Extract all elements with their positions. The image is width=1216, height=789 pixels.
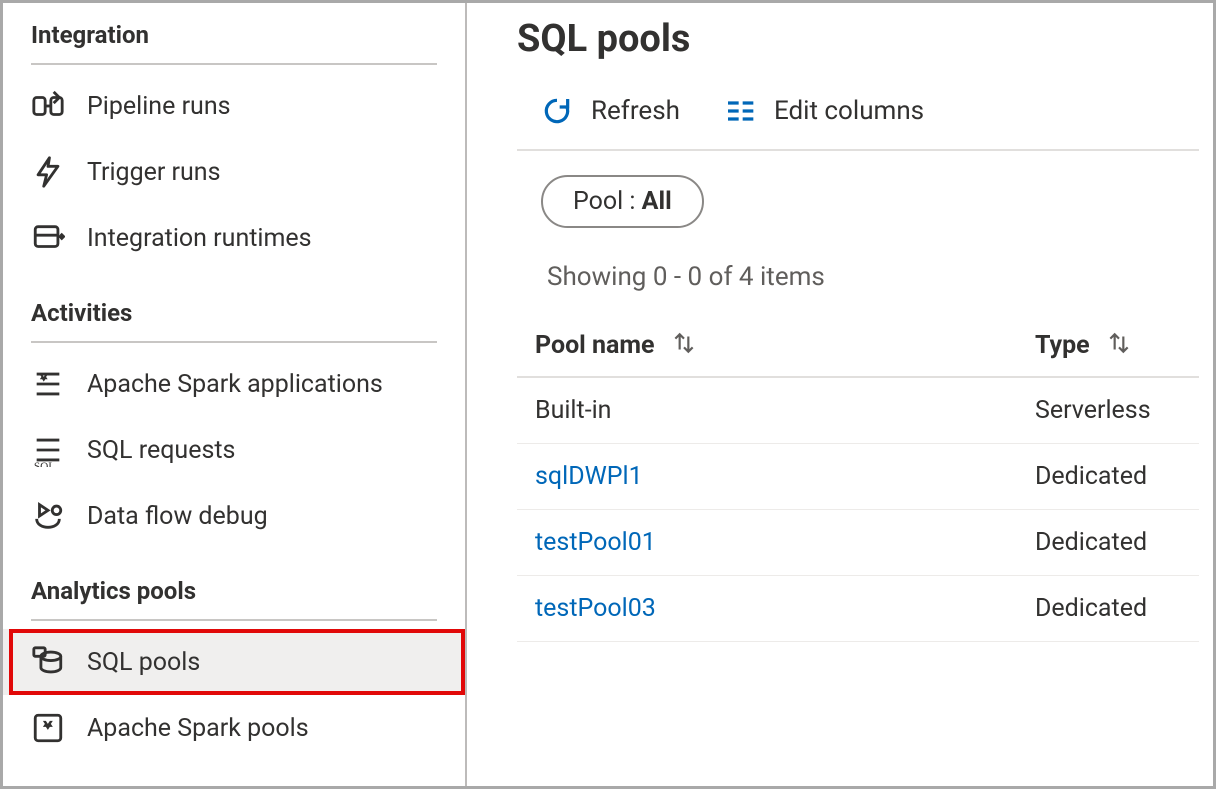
cell-type: Dedicated [1017,510,1199,576]
edit-columns-label: Edit columns [774,96,924,126]
nav-label: Pipeline runs [87,92,231,121]
refresh-icon [541,95,573,127]
data-flow-icon [31,499,65,533]
divider [31,619,437,621]
main-content: SQL pools Refresh Edit columns Pool : Al… [467,3,1213,786]
spark-app-icon [31,367,65,401]
cell-pool-name[interactable]: testPool03 [517,576,1017,642]
sidebar-item-pipeline-runs[interactable]: Pipeline runs [3,73,465,139]
filter-value: All [642,187,672,216]
refresh-label: Refresh [591,96,680,126]
section-header-analytics-pools: Analytics pools [3,567,465,619]
nav-label: SQL requests [87,436,235,465]
table-row: testPool01Dedicated [517,510,1199,576]
sidebar-item-spark-applications[interactable]: Apache Spark applications [3,351,465,417]
columns-icon [724,95,756,127]
spark-pools-icon [31,711,65,745]
col-name-label: Pool name [535,331,655,360]
table-row: Built-inServerless [517,377,1199,444]
nav-label: Apache Spark pools [87,714,309,743]
sidebar-item-trigger-runs[interactable]: Trigger runs [3,139,465,205]
sql-pools-icon [31,645,65,679]
cell-pool-name[interactable]: sqlDWPl1 [517,444,1017,510]
toolbar: Refresh Edit columns [517,85,1199,151]
sidebar-item-sql-pools[interactable]: SQL pools [3,629,465,695]
pools-table: Pool name Type Built-inServerlesssqlDWPl… [517,314,1199,642]
cell-pool-name: Built-in [517,377,1017,444]
sort-icon [671,330,697,356]
pipeline-runs-icon [31,89,65,123]
nav-label: SQL pools [87,648,200,677]
sidebar-item-integration-runtimes[interactable]: Integration runtimes [3,205,465,271]
refresh-button[interactable]: Refresh [541,95,680,127]
table-row: testPool03Dedicated [517,576,1199,642]
page-title: SQL pools [517,17,1199,61]
cell-type: Dedicated [1017,444,1199,510]
section-header-integration: Integration [3,11,465,63]
filter-label: Pool : [573,187,642,216]
cell-type: Dedicated [1017,576,1199,642]
sidebar-item-sql-requests[interactable]: SQL requests [3,417,465,483]
table-row: sqlDWPl1Dedicated [517,444,1199,510]
section-header-activities: Activities [3,289,465,341]
sort-icon [1106,330,1132,356]
col-type-label: Type [1035,331,1090,360]
nav-label: Trigger runs [87,158,221,187]
pool-filter-pill[interactable]: Pool : All [541,175,704,228]
sql-requests-icon [31,433,65,467]
nav-label: Integration runtimes [87,224,312,253]
results-summary: Showing 0 - 0 of 4 items [517,252,1199,314]
column-header-type[interactable]: Type [1017,314,1199,377]
cell-pool-name[interactable]: testPool01 [517,510,1017,576]
nav-label: Apache Spark applications [87,370,383,399]
sidebar: Integration Pipeline runs Trigger runs I… [3,3,467,786]
column-header-pool-name[interactable]: Pool name [517,314,1017,377]
edit-columns-button[interactable]: Edit columns [724,95,924,127]
cell-type: Serverless [1017,377,1199,444]
divider [31,63,437,65]
sidebar-item-data-flow-debug[interactable]: Data flow debug [3,483,465,549]
sidebar-item-spark-pools[interactable]: Apache Spark pools [3,695,465,761]
integration-runtime-icon [31,221,65,255]
trigger-icon [31,155,65,189]
nav-label: Data flow debug [87,502,268,531]
filter-row: Pool : All [517,151,1199,252]
selection-highlight [9,629,465,695]
divider [31,341,437,343]
